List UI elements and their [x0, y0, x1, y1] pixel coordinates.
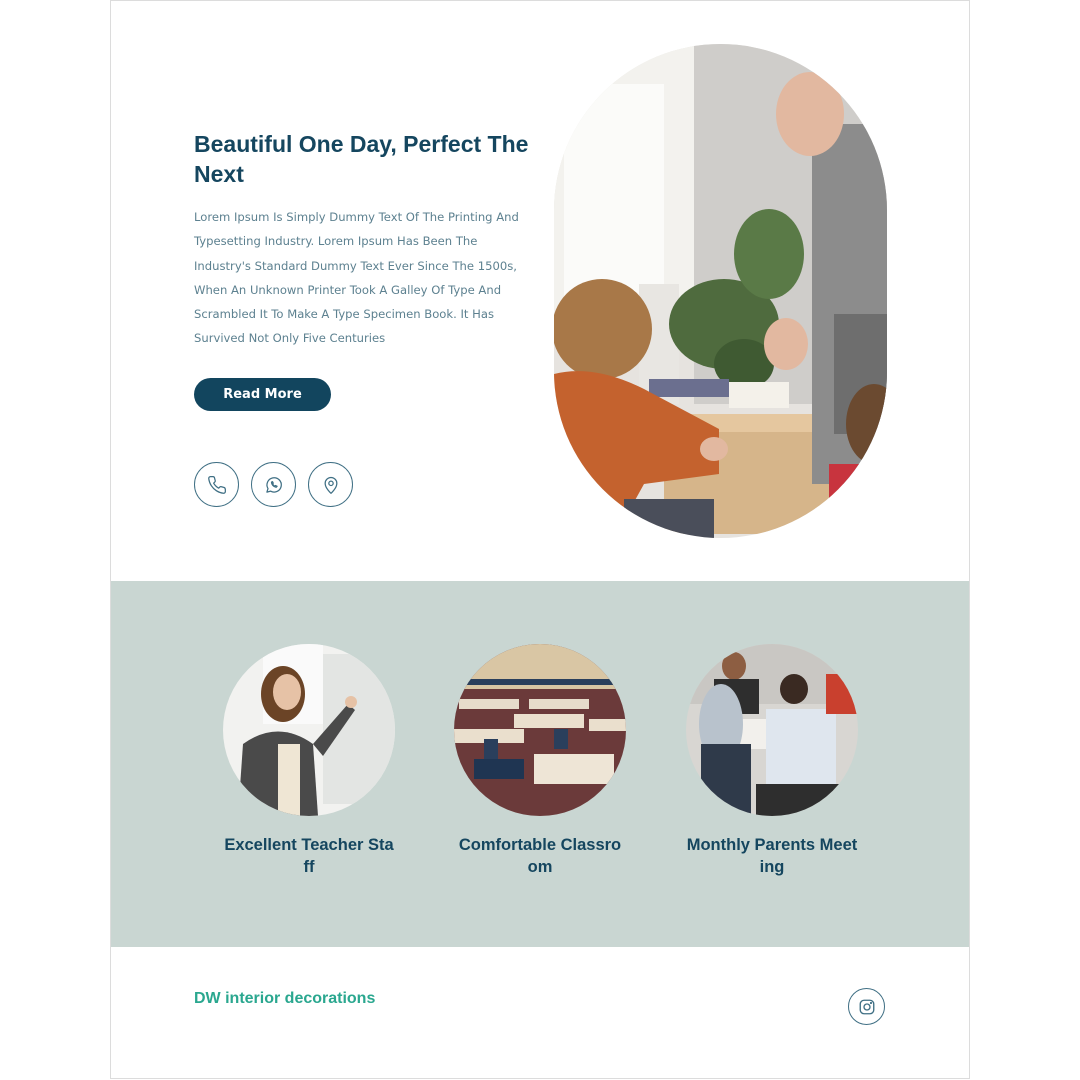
- instagram-icon: [859, 999, 874, 1014]
- teacher-photo: [223, 644, 395, 816]
- hero-section: Beautiful One Day, Perfect The Next Lore…: [111, 1, 969, 581]
- location-button[interactable]: [308, 462, 353, 507]
- read-more-button[interactable]: Read More: [194, 378, 331, 411]
- phone-icon: [207, 475, 226, 494]
- classroom-hero-photo: [554, 44, 887, 538]
- feature-label: Excellent Teacher Staff: [224, 836, 394, 876]
- instagram-button[interactable]: [848, 988, 885, 1025]
- whatsapp-icon: [265, 476, 282, 493]
- brand-name[interactable]: DW interior decorations: [194, 990, 375, 1008]
- classroom-photo: [454, 644, 626, 816]
- location-pin-icon: [324, 476, 337, 494]
- parents-meeting-photo: [686, 644, 858, 816]
- whatsapp-button[interactable]: [251, 462, 296, 507]
- phone-button[interactable]: [194, 462, 239, 507]
- feature-label: Comfortable Classroom: [458, 836, 622, 876]
- contact-icon-row: [194, 462, 353, 507]
- page-container: Beautiful One Day, Perfect The Next Lore…: [110, 0, 970, 1079]
- feature-card: Comfortable Classroom: [445, 644, 635, 878]
- feature-card: Excellent Teacher Staff: [214, 644, 404, 878]
- hero-description: Lorem Ipsum Is Simply Dummy Text Of The …: [194, 210, 519, 346]
- footer: DW interior decorations: [111, 947, 969, 1078]
- hero-title: Beautiful One Day, Perfect The Next: [194, 131, 529, 187]
- feature-card: Monthly Parents Meeting: [677, 644, 867, 878]
- features-section: Excellent Teacher Staff Comfortable Clas…: [111, 581, 969, 947]
- feature-label: Monthly Parents Meeting: [686, 836, 858, 876]
